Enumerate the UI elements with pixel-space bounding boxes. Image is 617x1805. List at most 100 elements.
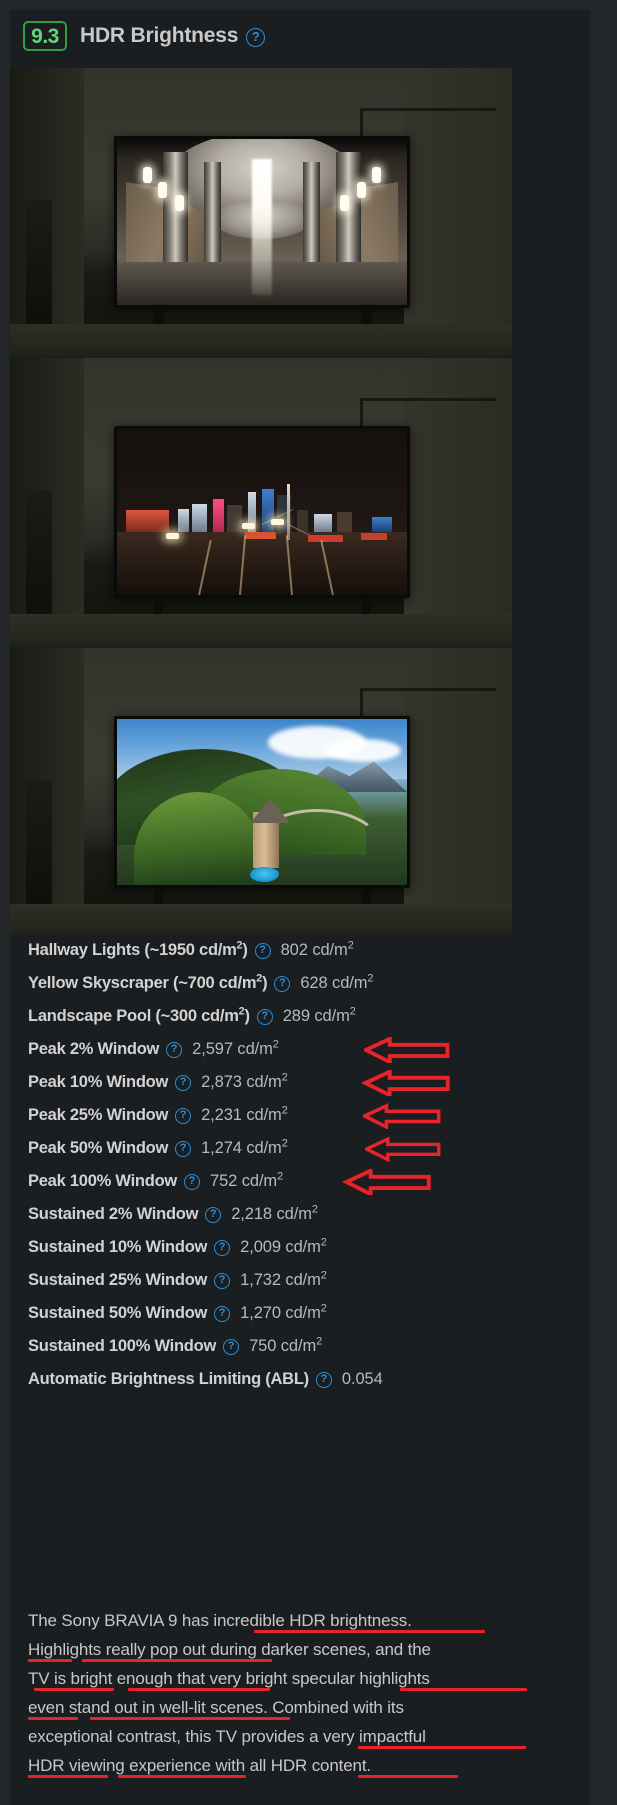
test-photo-gallery <box>10 68 512 936</box>
measurement-value: 802 cd/m2 <box>280 939 354 959</box>
question-mark-circle-icon[interactable]: ? <box>175 1140 192 1157</box>
measurement-row: Hallway Lights (~1950 cd/m2)? 802 cd/m2 <box>28 934 572 967</box>
question-mark-circle-icon[interactable]: ? <box>223 1338 240 1355</box>
measurements-list: Hallway Lights (~1950 cd/m2)? 802 cd/m2 Ye… <box>10 934 590 1396</box>
question-mark-circle-icon[interactable]: ? <box>214 1305 231 1322</box>
tv-screen-landscape <box>117 719 407 885</box>
question-mark-circle-icon[interactable]: ? <box>214 1239 231 1256</box>
measurement-row: Sustained 25% Window? 1,732 cd/m2 <box>28 1264 572 1297</box>
measurement-label: Sustained 50% Window <box>28 1304 208 1322</box>
street-lamp <box>241 522 255 529</box>
measurement-label: Peak 25% Window <box>28 1106 169 1124</box>
measurement-label: Automatic Brightness Limiting (ABL) <box>28 1370 309 1388</box>
hall-lamp <box>157 182 167 199</box>
speaker-icon <box>26 490 52 628</box>
score-value: 9.3 <box>31 24 59 48</box>
hall-chandelier-glow <box>251 158 273 296</box>
photo-yellow-skyscraper[interactable] <box>10 358 512 646</box>
measurement-row: Sustained 10% Window? 2,009 cd/m2 <box>28 1231 572 1264</box>
measurement-value: 2,009 cd/m2 <box>240 1236 327 1256</box>
measurement-label: Sustained 100% Window <box>28 1337 217 1355</box>
summary-line: HDR viewing experience with all HDR cont… <box>28 1756 371 1775</box>
section-header: 9.3 HDR Brightness? <box>10 10 590 62</box>
summary-line: The Sony BRAVIA 9 has incredible HDR bri… <box>28 1611 412 1630</box>
measurement-label: Sustained 2% Window <box>28 1205 199 1223</box>
question-mark-circle-icon[interactable]: ? <box>175 1107 192 1124</box>
measurement-label: Sustained 25% Window <box>28 1271 208 1289</box>
summary-line: exceptional contrast, this TV provides a… <box>28 1727 426 1746</box>
tv-table <box>10 324 512 356</box>
city-building <box>212 498 225 532</box>
question-mark-circle-icon[interactable]: ? <box>274 975 291 992</box>
measurement-value: 2,597 cd/m2 <box>192 1038 279 1058</box>
photo-hallway-lights[interactable] <box>10 68 512 356</box>
measurement-row: Peak 25% Window? 2,231 cd/m2 <box>28 1099 572 1132</box>
street-lamp <box>270 519 284 526</box>
street-lamp <box>166 532 180 539</box>
question-mark-circle-icon[interactable]: ? <box>175 1074 192 1091</box>
measurement-value: 1,270 cd/m2 <box>240 1302 327 1322</box>
tv-screen-skyline <box>117 429 407 595</box>
tower-roof <box>250 798 291 823</box>
hall-lamp <box>357 182 367 199</box>
photo-landscape-pool[interactable] <box>10 648 512 936</box>
measurement-row: Peak 10% Window? 2,873 cd/m2 <box>28 1066 572 1099</box>
city-highway <box>117 531 407 595</box>
measurement-row: Landscape Pool (~300 cd/m2)? 289 cd/m2 <box>28 1000 572 1033</box>
hdr-brightness-page: 9.3 HDR Brightness? Hallway Lights (~195… <box>0 0 617 1805</box>
review-section-panel: 9.3 HDR Brightness? Hallway Lights (~195… <box>10 10 590 1805</box>
tv-table <box>10 904 512 936</box>
neon-sign <box>308 534 344 542</box>
question-mark-circle-icon[interactable]: ? <box>246 28 266 47</box>
question-mark-circle-icon[interactable]: ? <box>256 1008 273 1025</box>
landscape-pool <box>250 866 280 882</box>
city-building <box>125 510 170 532</box>
city-building <box>262 488 274 532</box>
tv-table <box>10 614 512 646</box>
tv-bezel <box>114 716 410 888</box>
measurement-label: Sustained 10% Window <box>28 1238 208 1256</box>
measurement-value: 2,873 cd/m2 <box>201 1071 288 1091</box>
tv-bezel <box>114 426 410 598</box>
city-building <box>372 516 393 532</box>
measurement-row: Sustained 2% Window? 2,218 cd/m2 <box>28 1198 572 1231</box>
measurement-row: Peak 2% Window? 2,597 cd/m2 <box>28 1033 572 1066</box>
summary-paragraph: The Sony BRAVIA 9 has incredible HDR bri… <box>28 1606 526 1780</box>
question-mark-circle-icon[interactable]: ? <box>214 1272 231 1289</box>
section-title-text: HDR Brightness <box>80 24 239 47</box>
measurement-label: Peak 2% Window <box>28 1040 160 1058</box>
measurement-value: 2,231 cd/m2 <box>201 1104 288 1124</box>
cloud <box>325 738 402 763</box>
tv-screen-hallway <box>117 139 407 305</box>
measurement-row: Peak 100% Window? 752 cd/m2 <box>28 1165 572 1198</box>
city-building <box>192 503 207 532</box>
summary-line: Highlights really pop out during darker … <box>28 1640 431 1659</box>
measurement-label: Yellow Skyscraper (~700 cd/m2) <box>28 972 268 992</box>
measurement-value: 628 cd/m2 <box>300 972 374 992</box>
measurement-value: 1,732 cd/m2 <box>240 1269 327 1289</box>
neon-sign <box>360 533 387 541</box>
speaker-icon <box>26 200 52 338</box>
hall-lamp <box>371 167 381 184</box>
measurement-value: 752 cd/m2 <box>210 1170 284 1190</box>
measurement-label: Peak 100% Window <box>28 1172 177 1190</box>
scene-landscape <box>117 719 407 885</box>
page-title: HDR Brightness? <box>80 24 266 48</box>
question-mark-circle-icon[interactable]: ? <box>166 1041 183 1058</box>
measurement-value: 0.054 <box>341 1370 383 1388</box>
question-mark-circle-icon[interactable]: ? <box>205 1206 222 1223</box>
question-mark-circle-icon[interactable]: ? <box>315 1371 332 1388</box>
hall-lamp <box>143 167 153 184</box>
measurement-row: Sustained 100% Window? 750 cd/m2 <box>28 1330 572 1363</box>
question-mark-circle-icon[interactable]: ? <box>184 1173 200 1190</box>
scene-metro-hall <box>117 139 407 305</box>
measurement-value: 289 cd/m2 <box>282 1005 356 1025</box>
speaker-icon <box>26 780 52 918</box>
question-mark-circle-icon[interactable]: ? <box>254 942 271 959</box>
scene-night-skyline <box>117 429 407 595</box>
score-badge: 9.3 <box>23 21 67 51</box>
summary-line: even stand out in well-lit scenes. Combi… <box>28 1698 404 1717</box>
hall-lamp <box>175 195 184 212</box>
measurement-value: 1,274 cd/m2 <box>201 1137 288 1157</box>
measurement-row: Sustained 50% Window? 1,270 cd/m2 <box>28 1297 572 1330</box>
